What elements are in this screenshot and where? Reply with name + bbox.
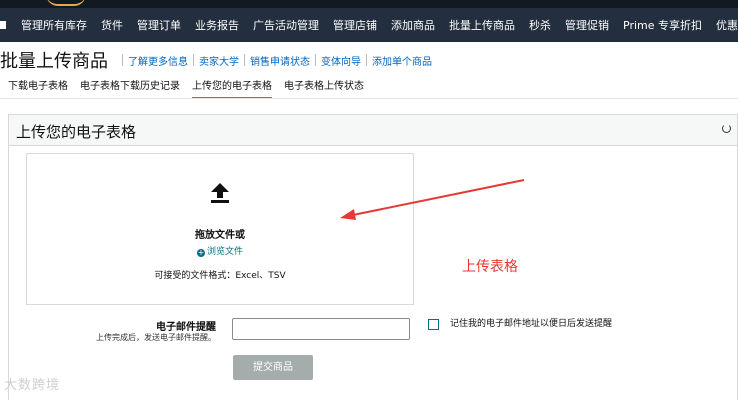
nav-item-add-product[interactable]: 添加商品	[384, 17, 442, 33]
nav-item-coupons[interactable]: 优惠券	[709, 17, 738, 33]
nav-item-stores[interactable]: 管理店铺	[326, 17, 384, 33]
tab-download-history[interactable]: 电子表格下载历史记录	[80, 77, 180, 99]
nav-item-reports[interactable]: 业务报告	[188, 17, 246, 33]
page-header: 批量上传商品 了解更多信息 卖家大学 销售申请状态 变体向导 添加单个商品	[0, 47, 437, 73]
nav-item-bulk-upload[interactable]: 批量上传商品	[442, 17, 522, 33]
tab-upload-status[interactable]: 电子表格上传状态	[284, 77, 364, 99]
email-alert-label: 电子邮件提醒	[156, 322, 216, 333]
remember-email-checkbox[interactable]	[428, 319, 439, 330]
main-navbar: 管理所有库存 货件 管理订单 业务报告 广告活动管理 管理店铺 添加商品 批量上…	[0, 8, 738, 42]
annotation-text: 上传表格	[462, 259, 518, 275]
top-strip	[0, 0, 738, 8]
drop-files-text: 拖放文件或	[195, 230, 245, 241]
upload-panel: 上传您的电子表格 拖放文件或 + 浏览文件 可接受的文件格式：Excel、TSV	[8, 114, 738, 400]
upload-icon	[211, 183, 229, 203]
panel-title: 上传您的电子表格	[16, 123, 137, 141]
email-alert-hint: 上传完成后，发送电子邮件提醒。	[96, 333, 216, 342]
variation-wizard-link[interactable]: 变体向导	[316, 53, 366, 68]
page-title: 批量上传商品	[0, 51, 108, 72]
logo-smile	[46, 0, 86, 6]
nav-item-promotions[interactable]: 管理促销	[558, 17, 616, 33]
remember-email-label: 记住我的电子邮件地址以便日后发送提醒	[450, 319, 613, 329]
application-status-link[interactable]: 销售申请状态	[245, 53, 315, 68]
panel-header: 上传您的电子表格	[9, 115, 737, 146]
nav-item-ads[interactable]: 广告活动管理	[246, 17, 326, 33]
browse-files-label: 浏览文件	[206, 247, 243, 257]
tabs-divider	[0, 98, 738, 99]
plus-icon: +	[196, 248, 205, 257]
nav-item-inventory[interactable]: 管理所有库存	[6, 17, 94, 33]
annotation-arrow	[340, 179, 525, 220]
nav-item-shipments[interactable]: 货件	[94, 17, 130, 33]
nav-item-orders[interactable]: 管理订单	[130, 17, 188, 33]
tab-upload-spreadsheet[interactable]: 上传您的电子表格	[192, 77, 272, 99]
tab-bar: 下载电子表格 电子表格下载历史记录 上传您的电子表格 电子表格上传状态	[8, 77, 376, 99]
seller-university-link[interactable]: 卖家大学	[194, 53, 244, 68]
email-field[interactable]	[232, 318, 410, 340]
learn-more-link[interactable]: 了解更多信息	[123, 53, 193, 68]
nav-item-deals[interactable]: 秒杀	[522, 17, 558, 33]
add-single-product-link[interactable]: 添加单个商品	[367, 53, 437, 68]
accepted-formats-text: 可接受的文件格式：Excel、TSV	[154, 271, 286, 281]
watermark: 大数跨境	[4, 378, 61, 393]
refresh-icon[interactable]	[722, 124, 731, 133]
nav-item-prime-discount[interactable]: Prime 专享折扣	[616, 17, 709, 33]
tab-download-spreadsheet[interactable]: 下载电子表格	[8, 77, 68, 99]
browse-files-link[interactable]: + 浏览文件	[27, 244, 413, 257]
submit-products-button[interactable]: 提交商品	[233, 355, 313, 380]
